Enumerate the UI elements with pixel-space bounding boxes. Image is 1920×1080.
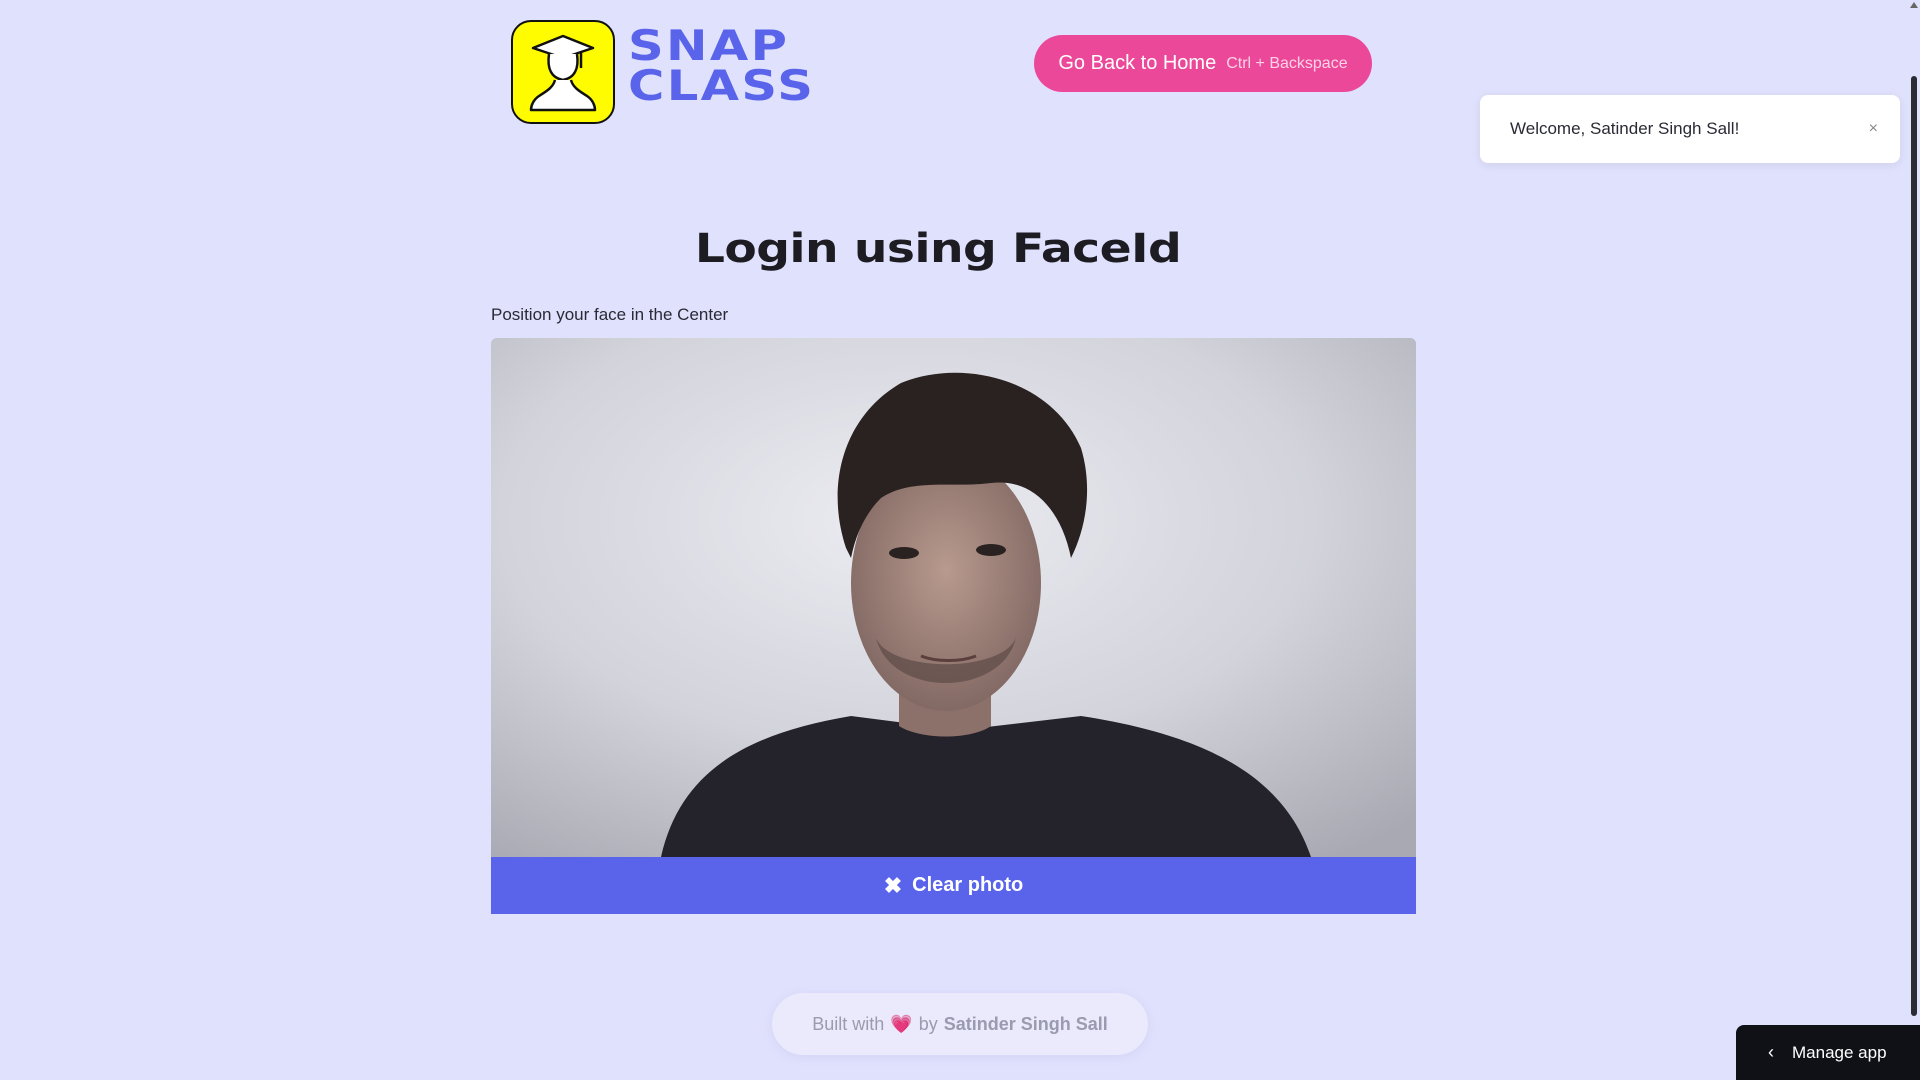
home-button-shortcut: Ctrl + Backspace [1226,54,1348,72]
manage-app-button[interactable]: ‹ Manage app [1736,1025,1920,1080]
close-icon: ✖ [883,872,903,898]
welcome-toast: Welcome, Satinder Singh Sall! × [1480,95,1900,163]
footer-badge: Built with 💗 by Satinder Singh Sall [772,993,1148,1055]
brand-line-2: CLASS [628,61,816,110]
home-button-label: Go Back to Home [1058,52,1217,74]
heart-icon: 💗 [890,1013,913,1034]
vertical-scrollbar[interactable] [1908,0,1920,1080]
scrollbar-thumb[interactable] [1911,76,1917,1016]
manage-app-label: Manage app [1792,1042,1887,1062]
footer-by: by [918,1013,938,1034]
brand-line-1: SNAP [628,21,790,70]
chevron-left-icon: ‹ [1768,1042,1774,1062]
footer-author-link[interactable]: Satinder Singh Sall [944,1014,1108,1035]
toast-message: Welcome, Satinder Singh Sall! [1510,119,1740,138]
logo [511,20,615,124]
brand-name: SNAP CLASS [628,21,816,110]
page-title: Login using FaceId [694,226,1182,272]
close-icon[interactable]: × [1869,120,1878,138]
captured-photo [491,338,1416,857]
go-back-home-button[interactable]: Go Back to Home Ctrl + Backspace [1034,35,1372,92]
scroll-up-arrow-icon[interactable] [1910,2,1918,8]
instruction-text: Position your face in the Center [491,305,729,324]
graduate-silhouette-icon [529,34,597,112]
clear-photo-button[interactable]: ✖ Clear photo [491,857,1416,914]
clear-photo-label: Clear photo [912,874,1024,896]
person-photo-placeholder [491,338,1416,857]
footer-prefix: Built with [812,1013,885,1034]
